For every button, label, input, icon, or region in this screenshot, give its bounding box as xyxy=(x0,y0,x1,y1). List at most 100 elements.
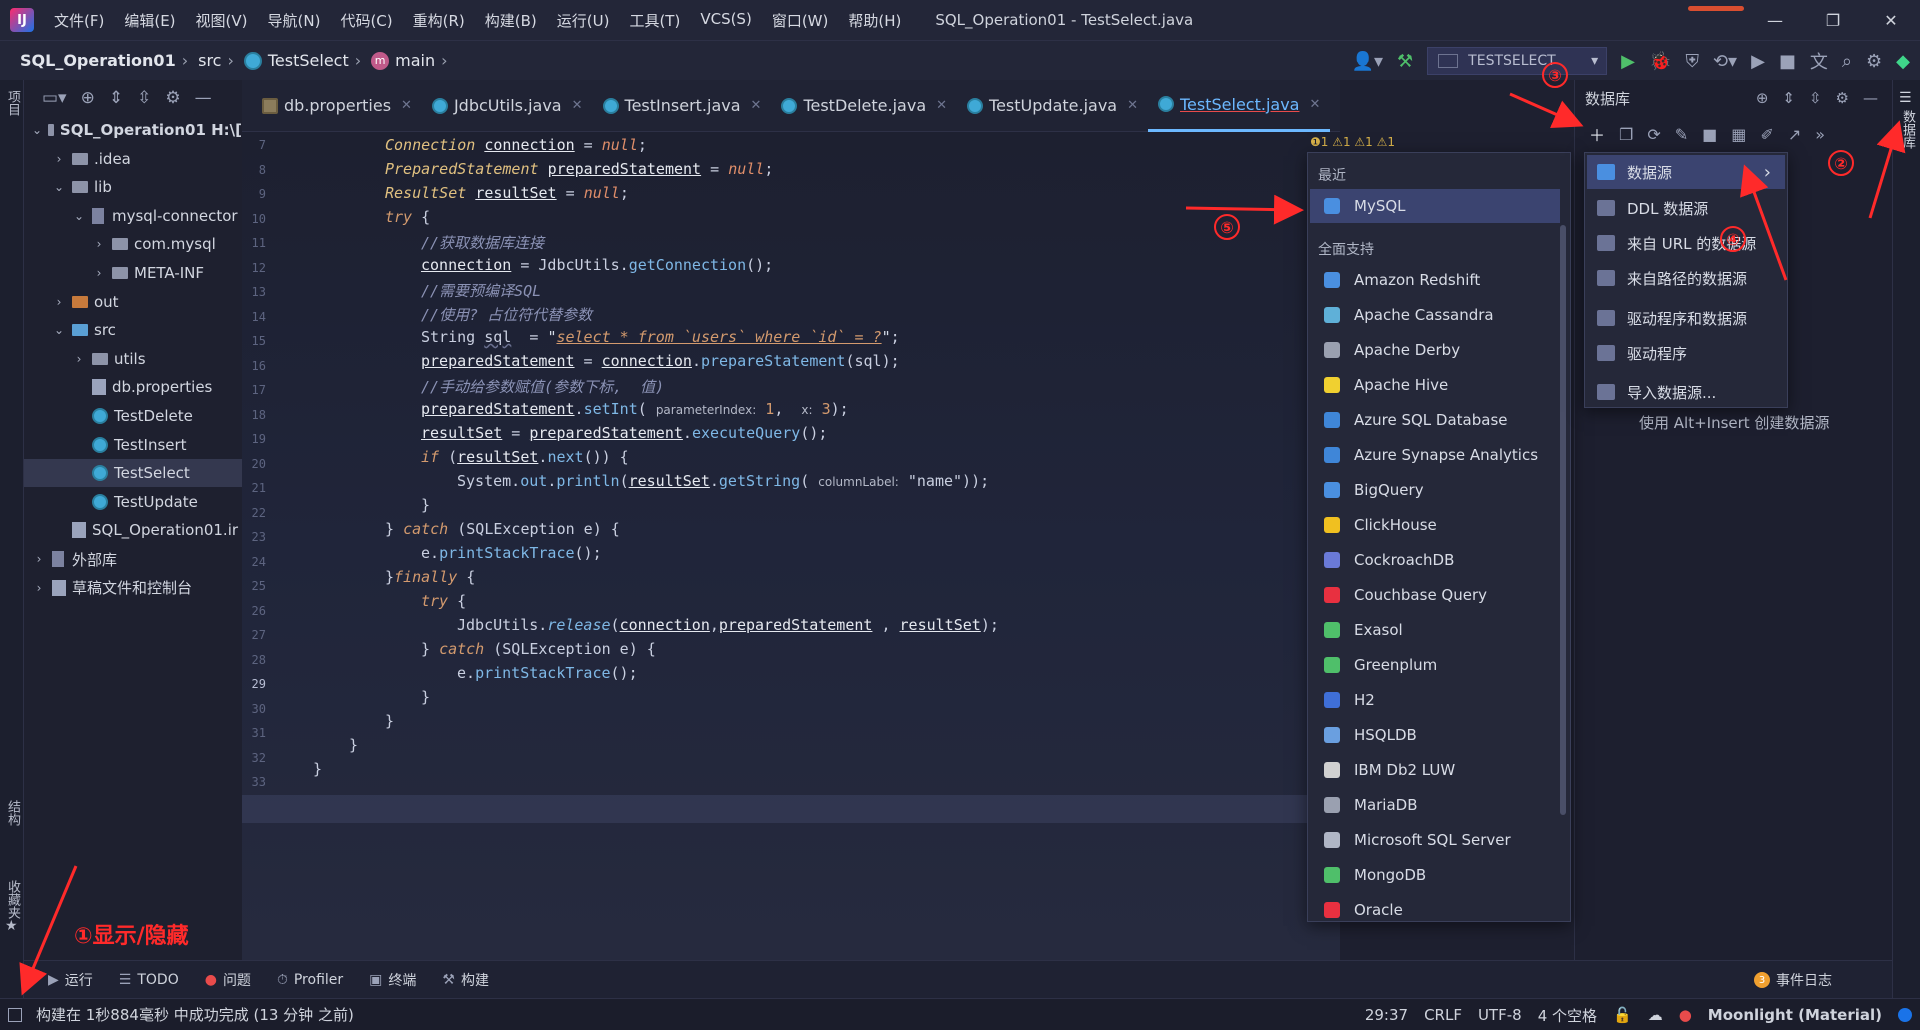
tree-item[interactable]: › 草稿文件和控制台 xyxy=(24,574,242,602)
minimize-button[interactable]: — xyxy=(1746,0,1804,40)
submenu-item[interactable]: DDL 数据源 xyxy=(1587,191,1785,225)
data-source-item-azure-sql-database[interactable]: Azure SQL Database xyxy=(1310,403,1560,437)
menu-item[interactable]: 导航(N) xyxy=(258,10,331,31)
translate-icon[interactable]: 文 xyxy=(1810,48,1828,74)
user-icon[interactable]: 👤▾ xyxy=(1352,51,1383,72)
event-log-button[interactable]: 3 事件日志 xyxy=(1754,961,1832,999)
data-source-item-greenplum[interactable]: Greenplum xyxy=(1310,648,1560,682)
menu-item[interactable]: 视图(V) xyxy=(186,10,258,31)
locate-icon[interactable]: ⊕ xyxy=(1756,89,1769,107)
run-icon[interactable]: ▶ xyxy=(1621,51,1635,72)
data-source-item-bigquery[interactable]: BigQuery xyxy=(1310,473,1560,507)
submenu-item[interactable]: 驱动程序 xyxy=(1587,336,1785,370)
tree-item[interactable]: TestUpdate xyxy=(24,488,242,516)
close-tab-icon[interactable]: ✕ xyxy=(936,98,947,113)
refresh-icon[interactable]: ⟳ xyxy=(1647,125,1660,144)
resume-icon[interactable]: ▶ xyxy=(1751,51,1765,72)
menu-item[interactable]: 工具(T) xyxy=(619,10,690,31)
collapse-all-icon[interactable]: ⇳ xyxy=(1809,89,1822,107)
toggle-tool-windows-icon[interactable] xyxy=(8,1007,22,1022)
tree-item[interactable]: › .idea xyxy=(24,145,242,173)
tab-testselect-java[interactable]: TestSelect.java ✕ xyxy=(1148,80,1331,132)
menu-item[interactable]: 重构(R) xyxy=(403,10,475,31)
tree-item[interactable]: TestSelect xyxy=(24,459,242,488)
favorites-tool-button[interactable]: 收藏夹 xyxy=(3,880,22,919)
tree-item[interactable]: ⌄ SQL_Operation01 H:\[ xyxy=(24,116,242,144)
tab-db-properties[interactable]: db.properties ✕ xyxy=(252,80,422,132)
chevron-right-icon[interactable]: › xyxy=(52,152,66,166)
code-editor[interactable]: 7 8 9 10 11 12 13 14 15 16 17 18 19 20 21 22 23 24 25 26 27 2… xyxy=(242,132,1340,960)
chevron-right-icon[interactable]: › xyxy=(92,266,106,280)
project-tool-button[interactable]: 项目 xyxy=(3,90,22,116)
line-separator[interactable]: CRLF xyxy=(1424,1006,1462,1024)
panel-window-icon[interactable]: ▭▾ xyxy=(42,88,67,108)
breadcrumb-project[interactable]: SQL_Operation01 xyxy=(20,51,176,70)
table-icon[interactable]: ▦ xyxy=(1731,125,1746,144)
hide-icon[interactable]: — xyxy=(1863,89,1878,107)
problems-tool-button[interactable]: ● 问题 xyxy=(195,970,261,990)
data-source-item-mysql[interactable]: MySQL xyxy=(1310,189,1560,223)
structure-tool-button[interactable]: 结构 xyxy=(3,800,22,826)
stop-icon[interactable]: ■ xyxy=(1702,125,1717,144)
data-source-item-couchbase-query[interactable]: Couchbase Query xyxy=(1310,578,1560,612)
submenu-item[interactable]: 来自 URL 的数据源 xyxy=(1587,226,1785,260)
more-icon[interactable]: » xyxy=(1815,125,1825,144)
chevron-right-icon[interactable]: › xyxy=(32,552,46,566)
submenu-item[interactable]: 导入数据源... xyxy=(1587,375,1785,409)
run-config-select[interactable]: TESTSELECT ▾ xyxy=(1427,47,1608,75)
breadcrumb-src[interactable]: src xyxy=(198,51,221,70)
data-source-item-exasol[interactable]: Exasol xyxy=(1310,613,1560,647)
chevron-right-icon[interactable]: › xyxy=(52,295,66,309)
settings-gear-icon[interactable]: ⚙ xyxy=(1866,51,1882,72)
database-tool-button[interactable]: 数据库 xyxy=(1898,110,1917,149)
close-tab-icon[interactable]: ✕ xyxy=(1309,97,1320,112)
popup-scrollbar[interactable] xyxy=(1560,225,1566,815)
debug-icon[interactable]: 🐞 xyxy=(1649,51,1671,72)
chevron-down-icon[interactable]: ⌄ xyxy=(32,123,42,137)
notification-error-icon[interactable]: ● xyxy=(1679,1006,1692,1024)
data-source-item-apache-cassandra[interactable]: Apache Cassandra xyxy=(1310,298,1560,332)
todo-tool-button[interactable]: ☰ TODO xyxy=(109,972,189,988)
tree-item[interactable]: db.properties xyxy=(24,373,242,401)
data-source-item-apache-hive[interactable]: Apache Hive xyxy=(1310,368,1560,402)
lock-icon[interactable]: 🔓 xyxy=(1613,1006,1632,1024)
tab-jdbcutils-java[interactable]: JdbcUtils.java ✕ xyxy=(422,80,593,132)
stop-icon[interactable]: ■ xyxy=(1779,51,1796,72)
data-source-item-mongodb[interactable]: MongoDB xyxy=(1310,858,1560,892)
jump-icon[interactable]: ↗ xyxy=(1788,125,1801,144)
menu-item[interactable]: VCS(S) xyxy=(690,10,761,31)
coverage-icon[interactable]: ⛨ xyxy=(1685,51,1699,72)
data-source-item-microsoft-sql-server[interactable]: Microsoft SQL Server xyxy=(1310,823,1560,857)
tab-testdelete-java[interactable]: TestDelete.java ✕ xyxy=(771,80,957,132)
caret-position[interactable]: 29:37 xyxy=(1365,1006,1408,1024)
status-message[interactable]: 构建在 1秒884毫秒 中成功完成 (13 分钟 之前) xyxy=(36,1004,354,1025)
profiler-tool-button[interactable]: ⏱ Profiler xyxy=(267,972,353,988)
expand-all-icon[interactable]: ⇕ xyxy=(1782,89,1795,107)
close-tab-icon[interactable]: ✕ xyxy=(401,98,412,113)
tree-item[interactable]: › 外部库 xyxy=(24,545,242,573)
tree-item[interactable]: ⌄ mysql-connector xyxy=(24,202,242,230)
maximize-button[interactable]: ❐ xyxy=(1804,0,1862,40)
search-icon[interactable]: ⌕ xyxy=(1842,51,1852,72)
menu-item[interactable]: 文件(F) xyxy=(44,10,114,31)
build-tool-button[interactable]: ⚒ 构建 xyxy=(432,970,499,990)
database-icon[interactable]: ☰ xyxy=(1899,90,1912,106)
data-source-item-apache-derby[interactable]: Apache Derby xyxy=(1310,333,1560,367)
chevron-down-icon[interactable]: ⌄ xyxy=(52,323,66,337)
tab-testinsert-java[interactable]: TestInsert.java ✕ xyxy=(593,80,772,132)
options-gear-icon[interactable]: ⚙ xyxy=(165,88,180,108)
menu-item[interactable]: 构建(B) xyxy=(475,10,547,31)
chevron-right-icon[interactable]: › xyxy=(32,581,46,595)
toolbox-icon[interactable]: ◆ xyxy=(1896,51,1910,72)
locate-icon[interactable]: ⊕ xyxy=(81,88,95,108)
profile-icon[interactable]: ⟲▾ xyxy=(1713,51,1737,72)
data-source-item-cockroachdb[interactable]: CockroachDB xyxy=(1310,543,1560,577)
menu-item[interactable]: 运行(U) xyxy=(547,10,620,31)
tree-item[interactable]: TestDelete xyxy=(24,402,242,430)
submenu-item[interactable]: 数据源 › xyxy=(1587,155,1785,189)
tree-item[interactable]: › META-INF xyxy=(24,259,242,287)
indent-setting[interactable]: 4 个空格 xyxy=(1538,1005,1597,1026)
inspection-widget[interactable]: ❶1 ⚠1 ⚠1 ⚠1 xyxy=(1310,135,1395,149)
chevron-right-icon[interactable]: › xyxy=(92,237,106,251)
submenu-item[interactable]: 来自路径的数据源 xyxy=(1587,261,1785,295)
